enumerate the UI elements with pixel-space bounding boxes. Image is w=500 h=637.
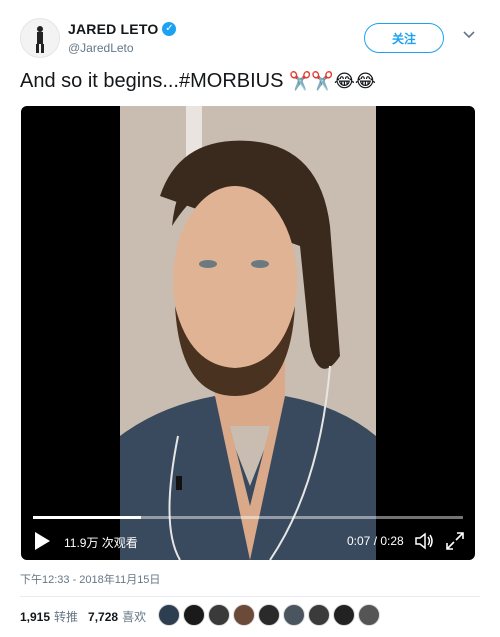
avatar[interactable] — [20, 18, 60, 58]
name-row: JARED LETO ✓ — [68, 21, 177, 37]
liker-avatar[interactable] — [283, 604, 305, 626]
liker-avatar[interactable] — [333, 604, 355, 626]
liker-avatar[interactable] — [258, 604, 280, 626]
volume-icon[interactable] — [413, 530, 435, 552]
tweet-body: And so it begins...#MORBIUS — [20, 70, 284, 92]
liker-avatar[interactable] — [208, 604, 230, 626]
video-frame — [120, 106, 376, 560]
likes-label[interactable]: 喜欢 — [122, 608, 146, 625]
liker-avatar[interactable] — [183, 604, 205, 626]
liker-avatar[interactable] — [233, 604, 255, 626]
liker-avatar[interactable] — [158, 604, 180, 626]
tweet-header: JARED LETO ✓ @JaredLeto 关注 — [20, 18, 480, 58]
play-icon[interactable] — [33, 531, 51, 551]
retweets-count[interactable]: 1,915 — [20, 610, 50, 624]
video-time: 0:07 / 0:28 — [347, 534, 404, 548]
tweet-timestamp[interactable]: 下午12:33 - 2018年11月15日 — [20, 571, 160, 587]
liker-avatars — [158, 604, 380, 626]
tweet-emojis: ✂️✂️😂😂 — [289, 71, 376, 91]
video-player[interactable]: 11.9万 次观看 0:07 / 0:28 — [21, 106, 475, 560]
liker-avatar[interactable] — [358, 604, 380, 626]
verified-badge-icon: ✓ — [162, 22, 177, 36]
chevron-down-icon[interactable] — [462, 27, 476, 41]
retweets-label[interactable]: 转推 — [54, 608, 78, 625]
tweet-text: And so it begins...#MORBIUS ✂️✂️😂😂 — [20, 70, 376, 93]
video-progress-fill — [33, 516, 141, 519]
display-name[interactable]: JARED LETO — [68, 21, 158, 37]
tweet-stats: 1,915 转推 7,728 喜欢 — [20, 608, 152, 625]
likes-count[interactable]: 7,728 — [88, 610, 118, 624]
divider — [20, 596, 480, 597]
user-handle[interactable]: @JaredLeto — [68, 41, 134, 55]
view-count: 11.9万 次观看 — [64, 536, 138, 550]
video-scrubber[interactable] — [33, 516, 463, 519]
fullscreen-icon[interactable] — [445, 531, 465, 551]
follow-button[interactable]: 关注 — [364, 23, 444, 53]
liker-avatar[interactable] — [308, 604, 330, 626]
